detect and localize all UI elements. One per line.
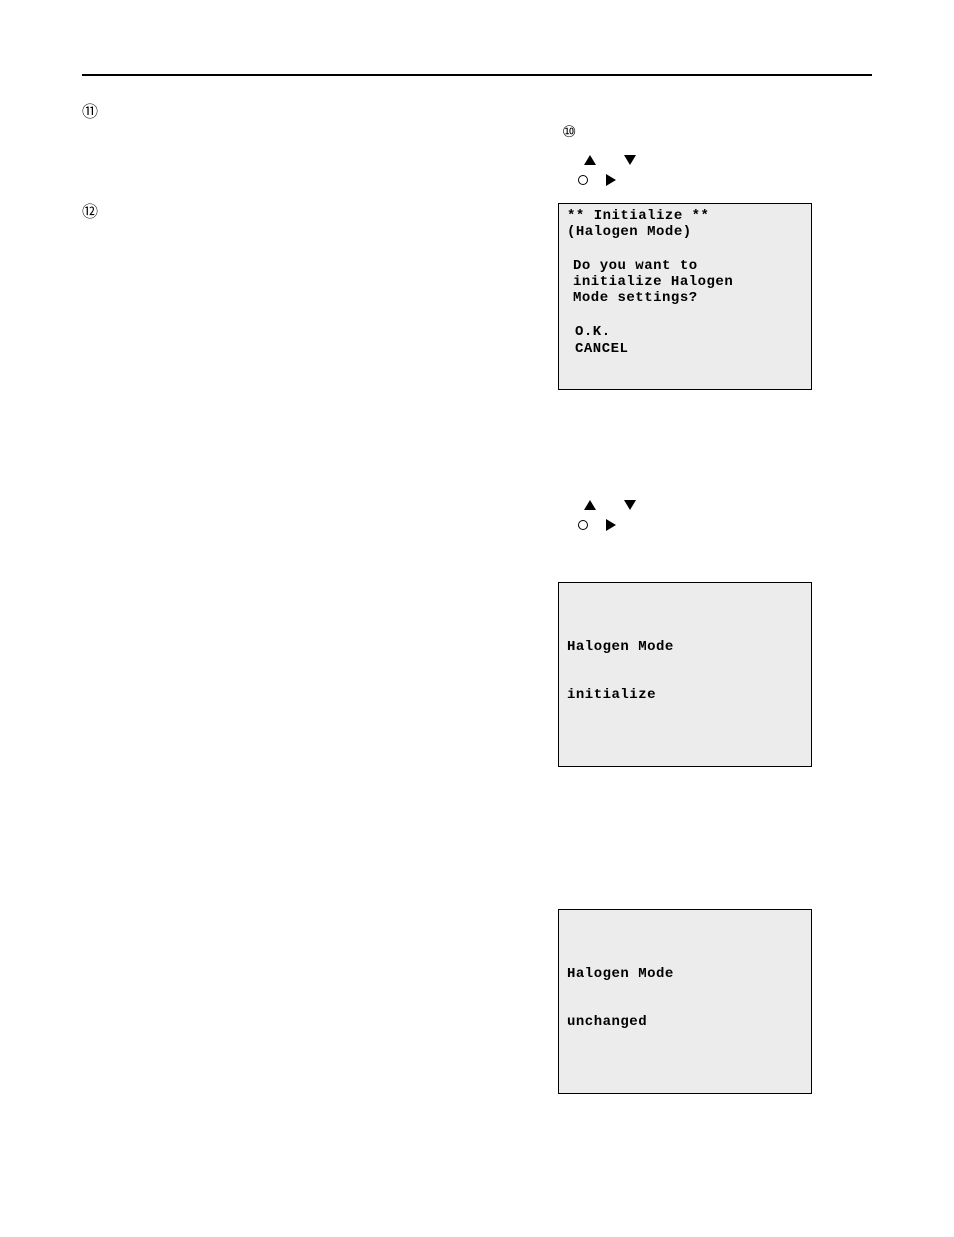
screen-initialize-prompt: ** Initialize ** (Halogen Mode) Do you w…: [558, 203, 812, 390]
triangle-up-icon: [584, 500, 596, 510]
question-line-3: Mode settings?: [567, 290, 803, 306]
triangle-right-icon: [606, 174, 616, 186]
option-ok[interactable]: O.K.: [575, 324, 803, 340]
up-down-arrows-2: [584, 500, 636, 510]
step-marker-12: ⑫: [82, 198, 98, 222]
triangle-down-icon: [624, 155, 636, 165]
result-line-2: initialize: [567, 687, 803, 703]
triangle-down-icon: [624, 500, 636, 510]
circle-right-arrows-2: [578, 519, 616, 531]
step-marker-11: ⑪: [82, 98, 98, 122]
horizontal-rule: [82, 74, 872, 76]
triangle-right-icon: [606, 519, 616, 531]
question-line-1: Do you want to: [567, 258, 803, 274]
page: ⑪ ⑫ ⑩ ** Initialize ** (Halogen Mode) Do…: [0, 0, 954, 1237]
result-line-2: unchanged: [567, 1014, 803, 1030]
triangle-up-icon: [584, 155, 596, 165]
option-cancel[interactable]: CANCEL: [575, 341, 803, 357]
up-down-arrows-1: [584, 155, 636, 165]
title-line-1: ** Initialize **: [567, 208, 803, 224]
result-line-1: Halogen Mode: [567, 966, 803, 982]
step-marker-10: ⑩: [562, 122, 576, 142]
open-circle-icon: [578, 175, 588, 185]
circle-right-arrows-1: [578, 174, 616, 186]
title-line-2: (Halogen Mode): [567, 224, 803, 240]
screen-initialize-result: Halogen Mode initialize: [558, 582, 812, 767]
question-line-2: initialize Halogen: [567, 274, 803, 290]
open-circle-icon: [578, 520, 588, 530]
screen-unchanged-result: Halogen Mode unchanged: [558, 909, 812, 1094]
result-line-1: Halogen Mode: [567, 639, 803, 655]
